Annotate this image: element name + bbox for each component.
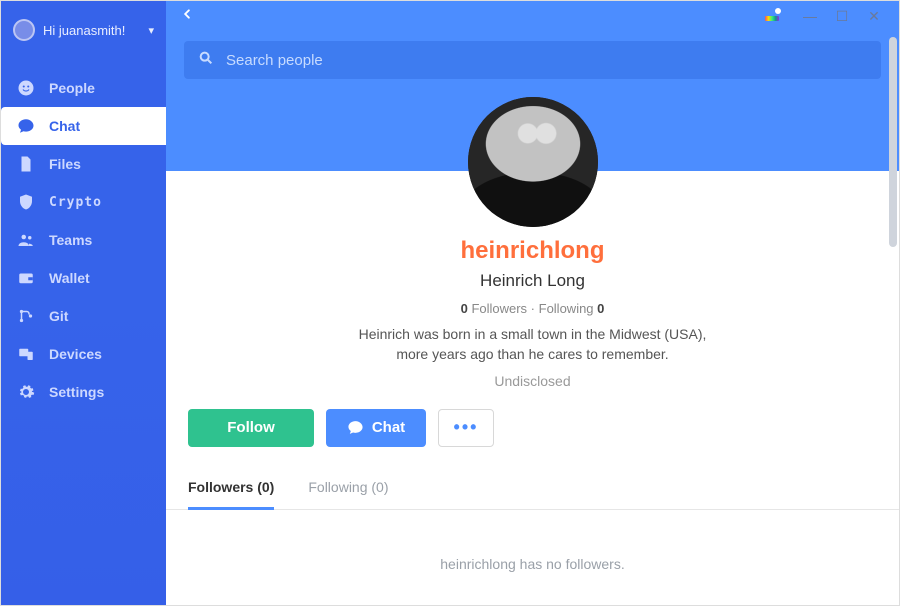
profile-displayname: Heinrich Long — [166, 271, 899, 291]
profile-tabs: Followers (0) Following (0) — [166, 455, 899, 510]
title-bar: ― ☐ ✕ — [166, 1, 899, 31]
scroll-thumb[interactable] — [889, 37, 897, 247]
nav-label: Wallet — [49, 270, 90, 286]
user-avatar — [13, 19, 35, 41]
followers-label: Followers — [471, 301, 527, 316]
chat-button-label: Chat — [372, 419, 405, 436]
profile-location: Undisclosed — [166, 373, 899, 389]
empty-state: heinrichlong has no followers. — [166, 510, 899, 605]
user-menu[interactable]: Hi juanasmith! ▾ — [1, 5, 166, 45]
app-root: Hi juanasmith! ▾ People Chat Files Crypt… — [1, 1, 899, 605]
maximize-button[interactable]: ☐ — [835, 9, 849, 23]
git-icon — [17, 307, 35, 325]
chat-icon — [17, 117, 35, 135]
sidebar-item-wallet[interactable]: Wallet — [1, 259, 166, 297]
action-row: Follow Chat ••• — [166, 389, 899, 447]
following-label: Following — [539, 301, 594, 316]
follow-button[interactable]: Follow — [188, 409, 314, 447]
sidebar-item-files[interactable]: Files — [1, 145, 166, 183]
close-button[interactable]: ✕ — [867, 9, 881, 23]
nav-label: Teams — [49, 232, 92, 248]
tab-following[interactable]: Following (0) — [308, 479, 388, 509]
main-pane: ― ☐ ✕ heinrichlong Heinrich Long 0 Follo… — [166, 1, 899, 605]
minimize-button[interactable]: ― — [803, 9, 817, 23]
sidebar-item-people[interactable]: People — [1, 69, 166, 107]
shield-icon — [17, 193, 35, 211]
back-button[interactable] — [182, 7, 193, 26]
following-count: 0 — [597, 301, 604, 316]
sidebar-item-crypto[interactable]: Crypto — [1, 183, 166, 221]
nav-label: People — [49, 80, 95, 96]
followers-count: 0 — [461, 301, 468, 316]
nav-label: Chat — [49, 118, 80, 134]
sidebar-item-git[interactable]: Git — [1, 297, 166, 335]
more-button[interactable]: ••• — [438, 409, 494, 447]
sidebar-item-chat[interactable]: Chat — [1, 107, 166, 145]
sidebar-item-settings[interactable]: Settings — [1, 373, 166, 411]
profile-card: heinrichlong Heinrich Long 0 Followers ·… — [166, 171, 899, 605]
chat-icon — [347, 419, 364, 436]
app-logo-icon — [765, 11, 779, 21]
smiley-icon — [17, 79, 35, 97]
scrollbar[interactable] — [887, 31, 899, 605]
devices-icon — [17, 345, 35, 363]
nav-label: Files — [49, 156, 81, 172]
profile-stats: 0 Followers · Following 0 — [166, 301, 899, 316]
sidebar-item-teams[interactable]: Teams — [1, 221, 166, 259]
profile-username: heinrichlong — [166, 237, 899, 265]
chat-button[interactable]: Chat — [326, 409, 426, 447]
user-greeting: Hi juanasmith! — [43, 23, 125, 38]
content: heinrichlong Heinrich Long 0 Followers ·… — [166, 31, 899, 605]
window-controls: ― ☐ ✕ — [765, 9, 889, 23]
nav-list: People Chat Files Crypto Teams Wallet — [1, 69, 166, 411]
search-icon — [198, 50, 214, 71]
profile-bio: Heinrich was born in a small town in the… — [353, 324, 713, 365]
search-bar[interactable] — [184, 41, 881, 79]
gear-icon — [17, 383, 35, 401]
chevron-down-icon: ▾ — [148, 24, 154, 37]
tab-followers[interactable]: Followers (0) — [188, 479, 274, 510]
profile-avatar — [468, 97, 598, 227]
sidebar-item-devices[interactable]: Devices — [1, 335, 166, 373]
nav-label: Devices — [49, 346, 102, 362]
nav-label: Git — [49, 308, 68, 324]
nav-label: Settings — [49, 384, 104, 400]
search-input[interactable] — [226, 52, 867, 69]
nav-label: Crypto — [49, 195, 102, 210]
file-icon — [17, 155, 35, 173]
wallet-icon — [17, 269, 35, 287]
team-icon — [17, 231, 35, 249]
sidebar: Hi juanasmith! ▾ People Chat Files Crypt… — [1, 1, 166, 605]
